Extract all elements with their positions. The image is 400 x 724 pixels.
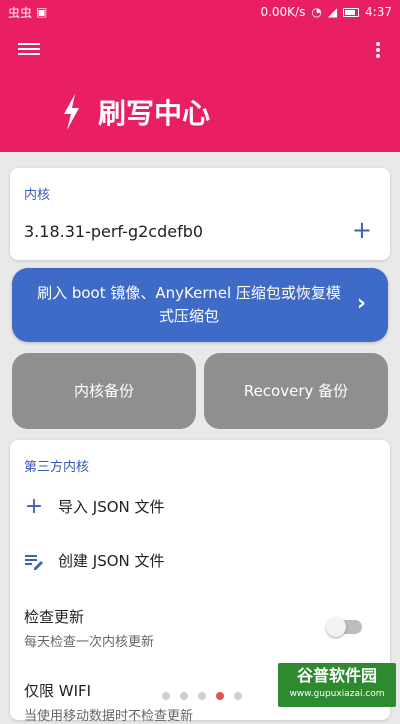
kernel-card: 内核 3.18.31-perf-g2cdefb0 +	[10, 168, 390, 260]
flash-image-button[interactable]: 刷入 boot 镜像、AnyKernel 压缩包或恢复模式压缩包 ›	[12, 268, 388, 342]
page-dot[interactable]	[162, 692, 170, 700]
menu-icon[interactable]	[18, 40, 40, 58]
kernel-backup-button[interactable]: 内核备份	[12, 353, 196, 429]
kernel-version: 3.18.31-perf-g2cdefb0	[24, 222, 204, 241]
create-json-label: 创建 JSON 文件	[58, 552, 165, 570]
more-options-icon[interactable]	[374, 40, 382, 60]
add-kernel-icon[interactable]: +	[352, 218, 372, 242]
wifi-only-row: 仅限 WIFI 当使用移动数据时不检查更新	[24, 680, 193, 724]
notification-icon: ▣	[36, 5, 48, 19]
page-indicator	[162, 692, 242, 700]
import-json-row[interactable]: + 导入 JSON 文件	[24, 494, 165, 519]
page-dot[interactable]	[180, 692, 188, 700]
kernel-card-title: 内核	[24, 188, 51, 203]
check-updates-row: 检查更新 每天检查一次内核更新	[24, 606, 154, 650]
plus-icon: +	[24, 494, 44, 519]
recovery-backup-label: Recovery 备份	[243, 382, 349, 400]
flash-bolt-icon	[64, 94, 79, 130]
create-json-row[interactable]: 创建 JSON 文件	[24, 550, 165, 571]
watermark-url: www.gupuxiazai.com	[289, 689, 385, 699]
page-title: 刷写中心	[60, 92, 210, 132]
wifi-icon: ◔	[311, 5, 322, 19]
battery-icon	[343, 7, 360, 17]
third-party-title: 第三方内核	[24, 460, 90, 475]
recovery-backup-button[interactable]: Recovery 备份	[204, 353, 388, 429]
status-time: 4:37	[365, 5, 392, 19]
import-json-label: 导入 JSON 文件	[58, 498, 165, 516]
status-left-glyphs: 虫虫	[8, 5, 33, 20]
flash-button-label: 刷入 boot 镜像、AnyKernel 压缩包或恢复模式压缩包	[37, 284, 341, 325]
app-header: 刷写中心	[0, 24, 400, 152]
watermark-logo: 谷普软件园 www.gupuxiazai.com	[278, 663, 396, 707]
wifi-only-subtitle: 当使用移动数据时不检查更新	[24, 709, 194, 724]
check-updates-subtitle: 每天检查一次内核更新	[24, 635, 155, 650]
edit-list-icon	[25, 554, 43, 570]
page-dot[interactable]	[234, 692, 242, 700]
watermark-text: 谷普软件园	[296, 666, 377, 685]
check-updates-title: 检查更新	[24, 608, 85, 626]
status-bar: 虫虫 ▣ 0.00K/s ◔ ◢ 4:37	[0, 0, 400, 24]
signal-icon: ◢	[327, 5, 338, 19]
page-dot-active[interactable]	[216, 692, 224, 700]
page-dot[interactable]	[198, 692, 206, 700]
chevron-right-icon: ›	[356, 291, 366, 316]
network-speed: 0.00K/s	[260, 5, 306, 19]
page-title-text: 刷写中心	[98, 97, 211, 130]
check-updates-toggle[interactable]	[326, 617, 362, 637]
kernel-backup-label: 内核备份	[73, 382, 134, 400]
